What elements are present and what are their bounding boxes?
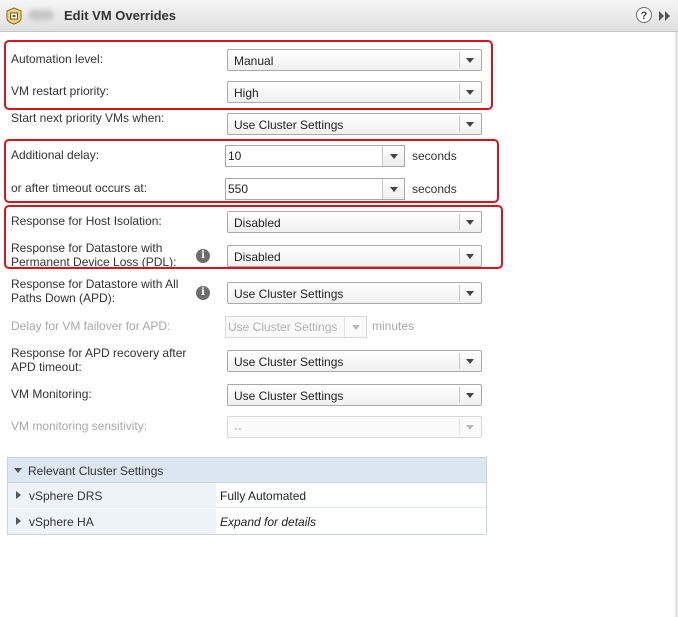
host-isolation-value: Disabled xyxy=(234,216,281,230)
host-isolation-label: Response for Host Isolation: xyxy=(11,214,162,228)
chevron-down-icon xyxy=(466,90,474,95)
relevant-cluster-settings-panel: Relevant Cluster Settings vSphere DRS Fu… xyxy=(7,457,487,535)
automation-level-label: Automation level: xyxy=(11,52,104,66)
chevron-down-icon xyxy=(466,220,474,225)
start-next-priority-value: Use Cluster Settings xyxy=(234,118,344,132)
additional-delay-input[interactable] xyxy=(228,148,378,164)
datastore-pdl-value: Disabled xyxy=(234,250,281,264)
dialog-title-bar: Edit VM Overrides ? xyxy=(0,0,678,32)
start-next-priority-label: Start next priority VMs when: xyxy=(11,111,165,125)
apd-failover-delay-input xyxy=(228,319,343,335)
datastore-apd-select[interactable]: Use Cluster Settings xyxy=(227,282,482,304)
vm-monitoring-sensitivity-label: VM monitoring sensitivity: xyxy=(11,419,148,433)
chevron-down-icon xyxy=(466,58,474,63)
chevron-down-icon xyxy=(390,154,398,159)
apd-failover-delay-unit: minutes xyxy=(372,319,415,333)
apd-info-icon[interactable]: i xyxy=(196,286,210,300)
select-divider xyxy=(459,419,460,435)
vm-monitoring-sensitivity-value: -- xyxy=(234,421,242,435)
chevron-down-icon xyxy=(466,393,474,398)
select-divider xyxy=(459,285,460,301)
vm-restart-priority-value: High xyxy=(234,86,259,100)
vm-monitoring-sensitivity-select: -- xyxy=(227,416,482,438)
apd-failover-delay-label: Delay for VM failover for APD: xyxy=(11,319,171,333)
additional-delay-combobox[interactable] xyxy=(225,145,405,167)
after-timeout-label: or after timeout occurs at: xyxy=(11,181,148,195)
select-divider xyxy=(459,84,460,100)
automation-level-value: Manual xyxy=(234,54,274,68)
pdl-info-icon[interactable]: i xyxy=(196,249,210,263)
vm-monitoring-value: Use Cluster Settings xyxy=(234,389,344,403)
select-divider xyxy=(459,353,460,369)
cluster-row-value: Expand for details xyxy=(220,515,317,529)
caret-right-icon xyxy=(16,517,21,525)
cluster-row-vsphere-ha[interactable]: vSphere HA Expand for details xyxy=(8,509,486,534)
datastore-pdl-select[interactable]: Disabled xyxy=(227,245,482,267)
select-divider xyxy=(459,52,460,68)
additional-delay-dropdown-button[interactable] xyxy=(382,146,404,166)
apd-recovery-select[interactable]: Use Cluster Settings xyxy=(227,350,482,372)
select-divider xyxy=(459,116,460,132)
apd-recovery-value: Use Cluster Settings xyxy=(234,355,344,369)
chevron-down-icon xyxy=(466,122,474,127)
cluster-row-name-cell: vSphere HA xyxy=(8,509,216,534)
chevron-down-icon xyxy=(466,425,474,430)
start-next-priority-select[interactable]: Use Cluster Settings xyxy=(227,113,482,135)
automation-level-select[interactable]: Manual xyxy=(227,49,482,71)
chevron-down-icon xyxy=(466,359,474,364)
cluster-row-value: Fully Automated xyxy=(220,489,307,503)
select-divider xyxy=(459,387,460,403)
cluster-row-name: vSphere HA xyxy=(29,515,94,529)
host-isolation-select[interactable]: Disabled xyxy=(227,211,482,233)
chevron-down-icon xyxy=(352,325,360,330)
chevron-down-icon xyxy=(390,187,398,192)
select-divider xyxy=(459,248,460,264)
after-timeout-combobox[interactable] xyxy=(225,178,405,200)
datastore-apd-value: Use Cluster Settings xyxy=(234,287,344,301)
cluster-row-name: vSphere DRS xyxy=(29,489,103,503)
vm-restart-priority-label: VM restart priority: xyxy=(11,84,110,98)
vm-settings-icon xyxy=(6,7,22,25)
help-button[interactable]: ? xyxy=(636,7,652,23)
apd-recovery-label: Response for APD recovery after APD time… xyxy=(11,346,187,374)
caret-right-icon xyxy=(16,491,21,499)
after-timeout-input[interactable] xyxy=(228,181,378,197)
cluster-row-vsphere-drs[interactable]: vSphere DRS Fully Automated xyxy=(8,483,486,508)
double-chevron-right-icon[interactable] xyxy=(658,10,672,22)
cluster-row-name-cell: vSphere DRS xyxy=(8,483,216,508)
relevant-cluster-settings-header[interactable]: Relevant Cluster Settings xyxy=(8,458,486,483)
after-timeout-dropdown-button[interactable] xyxy=(382,179,404,199)
dialog-title: Edit VM Overrides xyxy=(64,8,176,23)
select-divider xyxy=(459,214,460,230)
apd-failover-delay-dropdown-button xyxy=(344,317,366,337)
datastore-pdl-label: Response for Datastore with Permanent De… xyxy=(11,241,177,269)
datastore-apd-label: Response for Datastore with All Paths Do… xyxy=(11,277,179,305)
chevron-down-icon xyxy=(466,254,474,259)
vm-monitoring-select[interactable]: Use Cluster Settings xyxy=(227,384,482,406)
additional-delay-label: Additional delay: xyxy=(11,148,100,162)
redacted-vm-name xyxy=(28,10,54,20)
vm-restart-priority-select[interactable]: High xyxy=(227,81,482,103)
vm-monitoring-label: VM Monitoring: xyxy=(11,387,92,401)
caret-down-icon xyxy=(14,468,22,473)
relevant-cluster-settings-title: Relevant Cluster Settings xyxy=(28,464,164,478)
chevron-down-icon xyxy=(466,291,474,296)
additional-delay-unit: seconds xyxy=(412,149,457,163)
after-timeout-unit: seconds xyxy=(412,182,457,196)
apd-failover-delay-combobox xyxy=(225,316,367,338)
